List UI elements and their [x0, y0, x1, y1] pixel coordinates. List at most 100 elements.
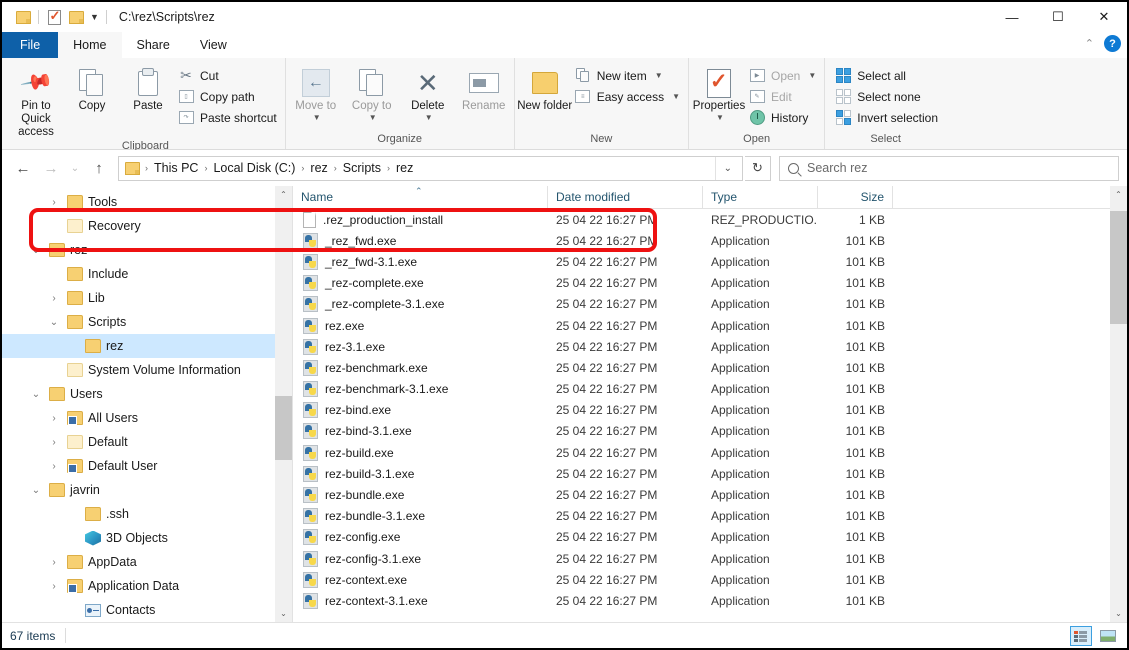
sidebar-item-system-volume-information[interactable]: System Volume Information — [2, 358, 292, 382]
table-row[interactable]: rez-bundle.exe 25 04 22 16:27 PM Applicati… — [293, 484, 1110, 505]
chevron-down-icon[interactable]: ▼ — [672, 92, 680, 101]
details-view-button[interactable] — [1070, 626, 1092, 646]
qat-properties-icon[interactable] — [43, 6, 65, 28]
copy-to-button[interactable]: Copy to ▼ — [344, 62, 400, 128]
breadcrumb-dropdown-icon[interactable]: ⌄ — [714, 156, 740, 180]
sidebar-item-application-data[interactable]: › Application Data — [2, 574, 292, 598]
sidebar-item-all-users[interactable]: › All Users — [2, 406, 292, 430]
chevron-down-icon[interactable]: ▼ — [655, 71, 663, 80]
close-button[interactable]: ✕ — [1081, 2, 1127, 32]
sidebar-scroll-track[interactable] — [275, 203, 292, 605]
chevron-down-icon[interactable]: ⌄ — [28, 485, 44, 496]
new-item-button[interactable]: New item ▼ — [573, 65, 686, 86]
cut-button[interactable]: ✂ Cut — [176, 65, 283, 86]
chevron-up-icon[interactable]: ⌃ — [1085, 37, 1094, 50]
history-button[interactable]: History — [747, 107, 822, 128]
easy-access-button[interactable]: ≡ Easy access ▼ — [573, 86, 686, 107]
table-row[interactable]: rez-bind.exe 25 04 22 16:27 PM Application… — [293, 400, 1110, 421]
qat-folder-icon[interactable] — [12, 6, 34, 28]
tab-view[interactable]: View — [185, 32, 242, 58]
chevron-down-icon[interactable]: ⌄ — [28, 389, 44, 400]
sidebar-item-users[interactable]: ⌄ Users — [2, 382, 292, 406]
back-button[interactable]: ← — [10, 155, 36, 181]
table-row[interactable]: _rez_fwd.exe 25 04 22 16:27 PM Application… — [293, 230, 1110, 251]
copy-button[interactable]: Copy — [64, 62, 120, 128]
sidebar-item-ssh[interactable]: .ssh — [2, 502, 292, 526]
table-row[interactable]: rez-build-3.1.exe 25 04 22 16:27 PM Applic… — [293, 463, 1110, 484]
chevron-right-icon[interactable]: › — [46, 581, 62, 592]
table-row[interactable]: _rez-complete.exe 25 04 22 16:27 PM Applic… — [293, 273, 1110, 294]
help-icon[interactable]: ? — [1104, 35, 1121, 52]
table-row[interactable]: .rez_production_install 25 04 22 16:27 PM… — [293, 209, 1110, 230]
breadcrumb-item-scripts[interactable]: Scripts — [338, 157, 386, 180]
file-list-scrollbar[interactable]: ⌃ ⌄ — [1110, 186, 1127, 622]
sidebar-item-lib[interactable]: › Lib — [2, 286, 292, 310]
large-icons-view-button[interactable] — [1097, 626, 1119, 646]
breadcrumb-item-this-pc[interactable]: This PC — [149, 157, 203, 180]
edit-button[interactable]: ✎ Edit — [747, 86, 822, 107]
sidebar-item-3d-objects[interactable]: 3D Objects — [2, 526, 292, 550]
sidebar-item-contacts[interactable]: Contacts — [2, 598, 292, 622]
qat-new-folder-icon[interactable] — [65, 6, 87, 28]
scroll-down-arrow[interactable]: ⌄ — [275, 605, 292, 622]
minimize-button[interactable]: — — [989, 2, 1035, 32]
table-row[interactable]: rez-build.exe 25 04 22 16:27 PM Applicatio… — [293, 442, 1110, 463]
breadcrumb-item-local-disk[interactable]: Local Disk (C:) — [208, 157, 300, 180]
column-header-date-modified[interactable]: Date modified — [548, 186, 703, 209]
table-row[interactable]: rez-context-3.1.exe 25 04 22 16:27 PM Appl… — [293, 590, 1110, 611]
tab-home[interactable]: Home — [58, 32, 122, 58]
chevron-down-icon[interactable]: ▼ — [716, 113, 724, 122]
chevron-right-icon[interactable]: › — [46, 557, 62, 568]
sidebar-item-include[interactable]: Include — [2, 262, 292, 286]
chevron-down-icon[interactable]: ▼ — [369, 113, 377, 122]
scroll-up-arrow[interactable]: ⌃ — [275, 186, 292, 203]
new-folder-button[interactable]: New folder — [517, 62, 573, 128]
column-header-type[interactable]: Type — [703, 186, 818, 209]
scroll-down-arrow[interactable]: ⌄ — [1110, 605, 1127, 622]
table-row[interactable]: _rez_fwd-3.1.exe 25 04 22 16:27 PM Applica… — [293, 251, 1110, 272]
tab-file[interactable]: File — [2, 32, 59, 58]
file-list-scroll-track[interactable] — [1110, 203, 1127, 605]
select-all-button[interactable]: Select all — [833, 65, 944, 86]
forward-button[interactable]: → — [38, 155, 64, 181]
sidebar-item-recovery[interactable]: Recovery — [2, 214, 292, 238]
pin-to-quick-access-button[interactable]: 📌 Pin to Quick access — [8, 62, 64, 140]
table-row[interactable]: rez-bind-3.1.exe 25 04 22 16:27 PM Applica… — [293, 421, 1110, 442]
table-row[interactable]: rez-3.1.exe 25 04 22 16:27 PM Application 1… — [293, 336, 1110, 357]
sidebar-item-tools[interactable]: › Tools — [2, 190, 292, 214]
chevron-right-icon[interactable]: › — [46, 413, 62, 424]
breadcrumb-item-rez-2[interactable]: rez — [391, 157, 418, 180]
up-button[interactable]: ↑ — [86, 155, 112, 181]
refresh-button[interactable]: ↻ — [745, 155, 771, 181]
breadcrumb-item-rez[interactable]: rez — [305, 157, 332, 180]
chevron-right-icon[interactable]: › — [46, 293, 62, 304]
chevron-down-icon[interactable]: ⌄ — [28, 245, 44, 256]
chevron-right-icon[interactable]: › — [46, 437, 62, 448]
paste-shortcut-button[interactable]: ↷ Paste shortcut — [176, 107, 283, 128]
delete-button[interactable]: ✕ Delete ▼ — [400, 62, 456, 128]
move-to-button[interactable]: ← Move to ▼ — [288, 62, 344, 128]
sidebar-scrollbar[interactable]: ⌃ ⌄ — [275, 186, 292, 622]
chevron-down-icon[interactable]: ⌄ — [46, 317, 62, 328]
table-row[interactable]: rez-config.exe 25 04 22 16:27 PM Applicati… — [293, 527, 1110, 548]
table-row[interactable]: rez-benchmark-3.1.exe 25 04 22 16:27 PM Ap… — [293, 379, 1110, 400]
chevron-down-icon[interactable]: ▼ — [87, 12, 102, 22]
sidebar-item-default-user[interactable]: › Default User — [2, 454, 292, 478]
scroll-up-arrow[interactable]: ⌃ — [1110, 186, 1127, 203]
sidebar-scroll-thumb[interactable] — [275, 395, 292, 461]
paste-button[interactable]: Paste — [120, 62, 176, 128]
sidebar-item-appdata[interactable]: › AppData — [2, 550, 292, 574]
rename-button[interactable]: Rename — [456, 62, 512, 128]
tab-share[interactable]: Share — [122, 32, 185, 58]
chevron-right-icon[interactable]: › — [46, 197, 62, 208]
sidebar-item-default[interactable]: › Default — [2, 430, 292, 454]
chevron-down-icon[interactable]: ▼ — [425, 113, 433, 122]
chevron-down-icon[interactable]: ▼ — [808, 71, 816, 80]
invert-selection-button[interactable]: Invert selection — [833, 107, 944, 128]
chevron-down-icon[interactable]: ▼ — [313, 113, 321, 122]
properties-button[interactable]: Properties ▼ — [691, 62, 747, 128]
maximize-button[interactable]: ☐ — [1035, 2, 1081, 32]
breadcrumb[interactable]: › This PC › Local Disk (C:) › rez › Scri… — [118, 155, 743, 181]
file-list-scroll-thumb[interactable] — [1110, 211, 1127, 324]
table-row[interactable]: rez-context.exe 25 04 22 16:27 PM Applicat… — [293, 569, 1110, 590]
